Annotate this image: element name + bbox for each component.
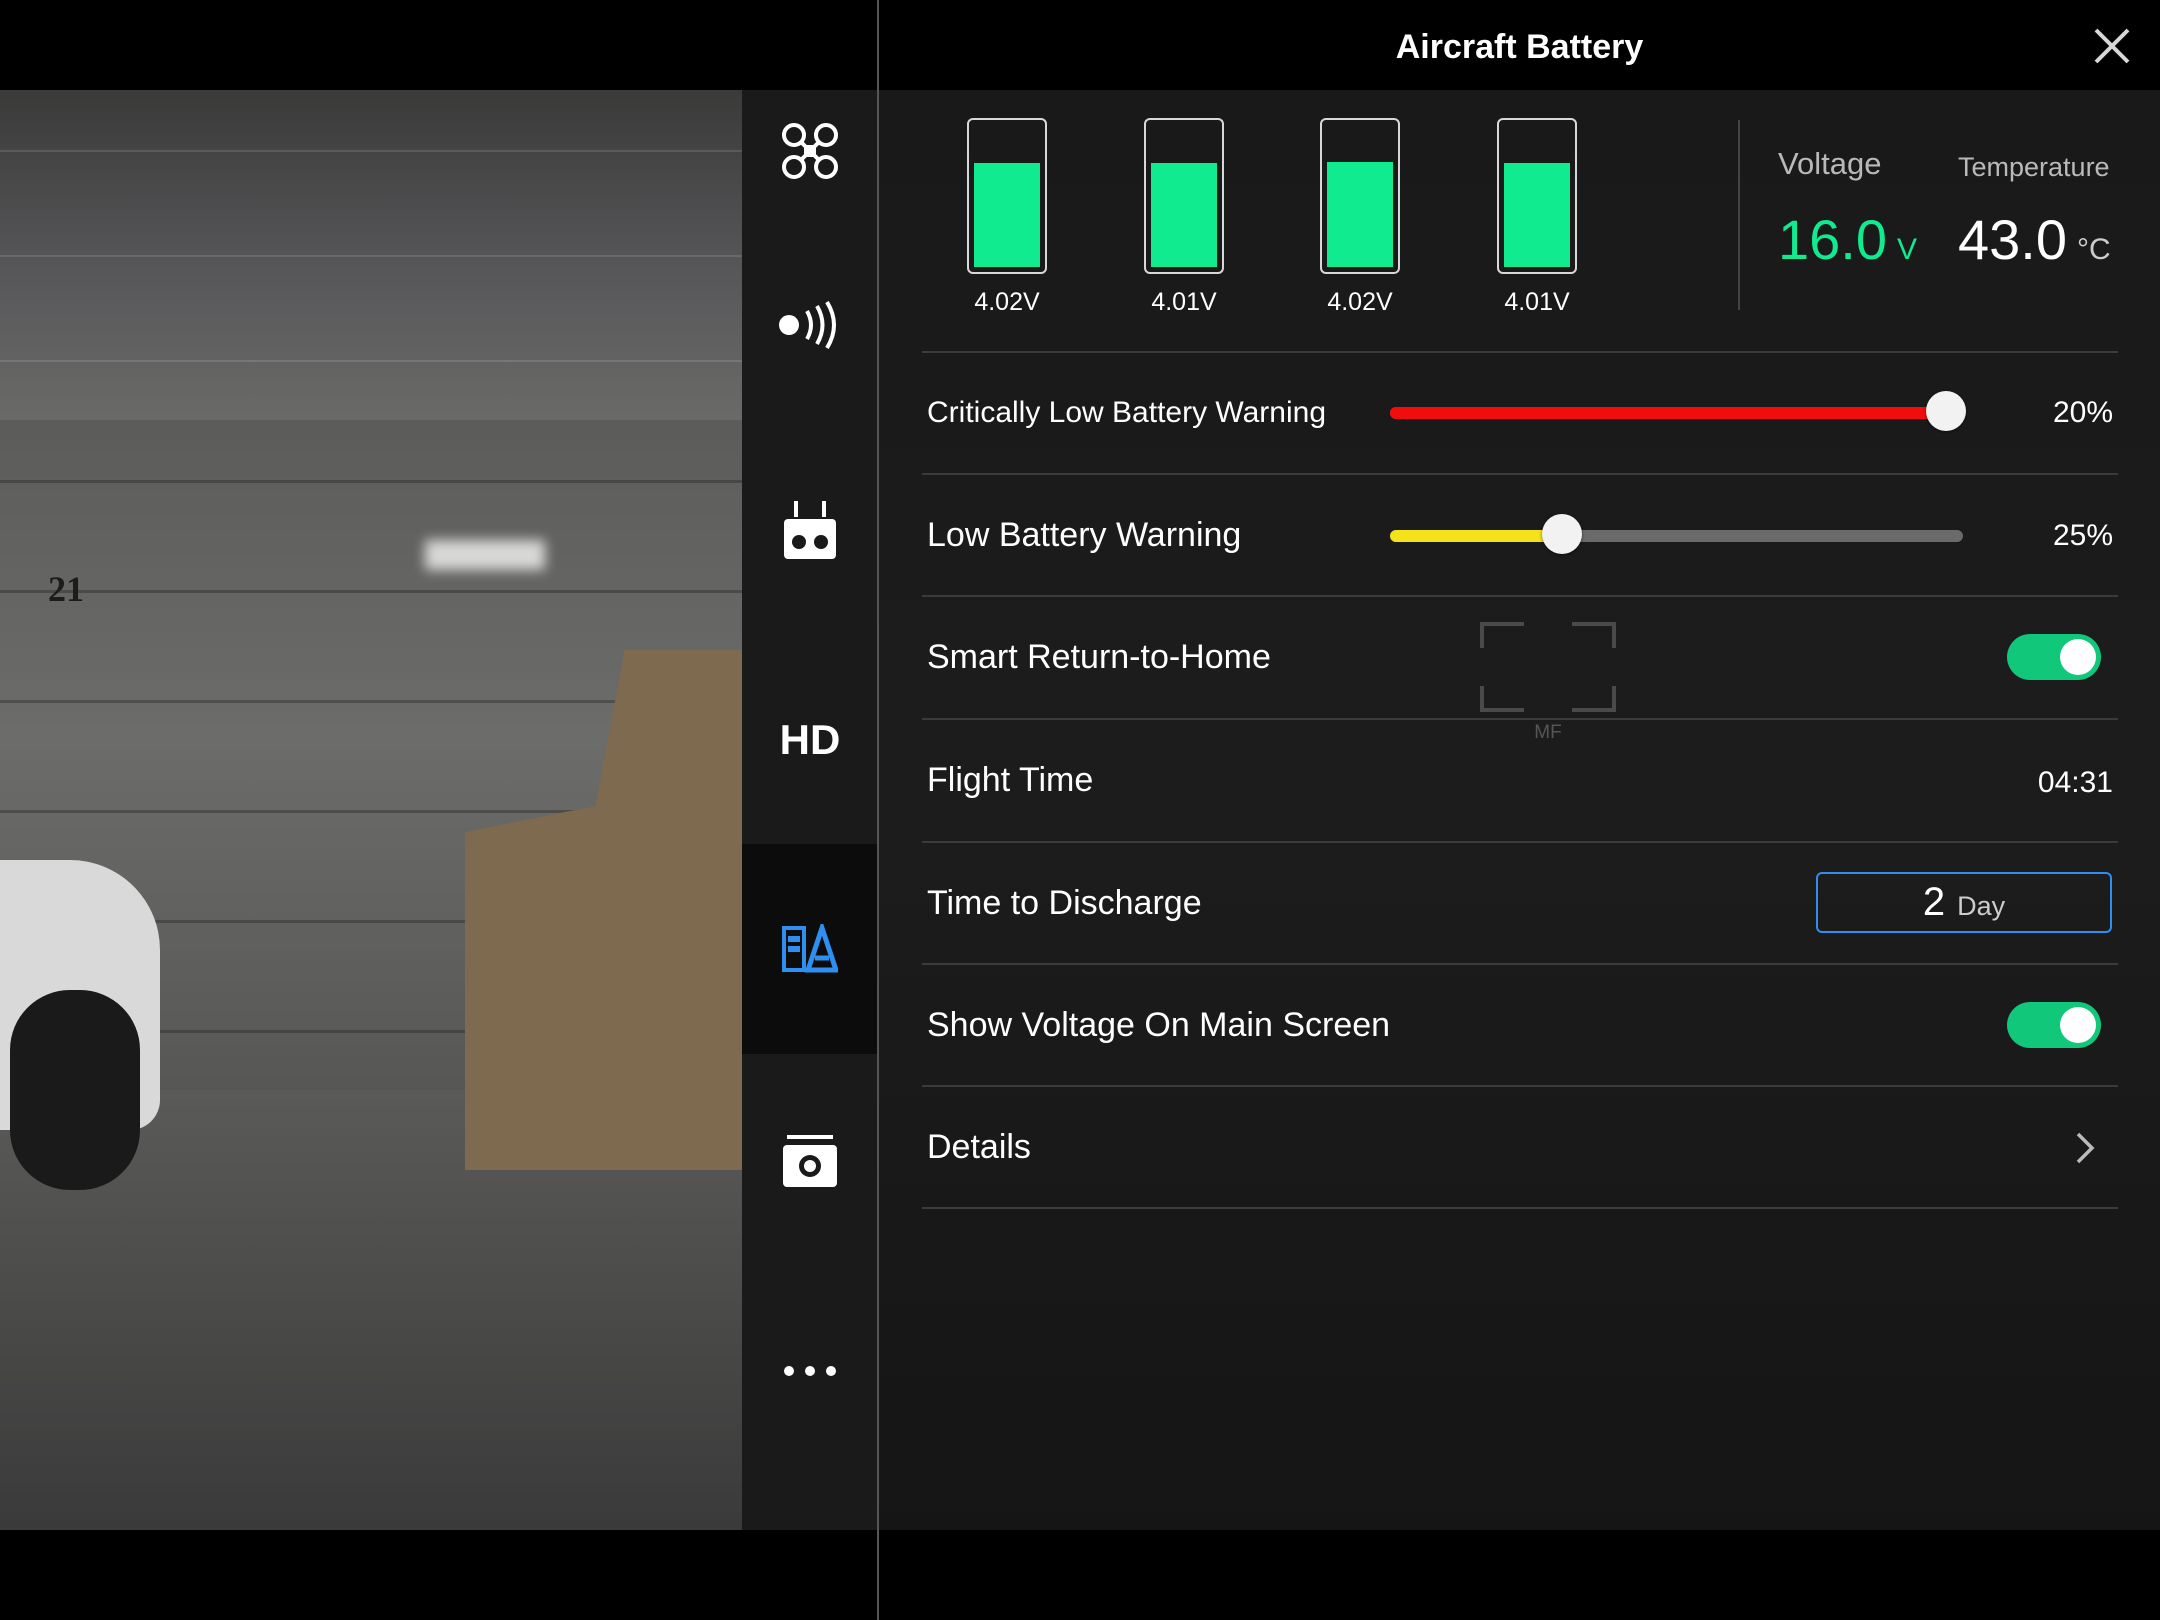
show-voltage-label: Show Voltage On Main Screen — [927, 1006, 1391, 1044]
battery-settings-icon — [782, 924, 838, 973]
ceiling-line — [0, 255, 742, 257]
panel-divider — [877, 1530, 879, 1620]
page-title: Aircraft Battery — [1395, 28, 1644, 66]
top-bar-left — [742, 0, 878, 90]
hd-icon: HD — [779, 716, 841, 763]
low-battery-slider[interactable] — [1390, 514, 1963, 554]
panel-header: Aircraft Battery — [879, 0, 2160, 90]
light-reflection — [425, 540, 545, 570]
sidebar-item-camera[interactable] — [742, 1056, 878, 1266]
row-separator — [922, 473, 2118, 475]
battery-cell — [967, 118, 1047, 274]
row-separator — [922, 1085, 2118, 1087]
focus-frame-icon — [1480, 622, 1616, 712]
wall-line — [0, 480, 742, 483]
details-label: Details — [927, 1128, 1031, 1166]
sidebar-item-signal[interactable] — [742, 220, 878, 430]
aircraft-icon — [782, 123, 838, 179]
details-row[interactable]: Details — [927, 1128, 2117, 1188]
low-battery-label: Low Battery Warning — [927, 516, 1242, 554]
remote-controller-icon — [784, 501, 836, 559]
row-separator — [922, 841, 2118, 843]
toggle-knob — [2060, 1007, 2096, 1043]
sidebar-item-more[interactable] — [742, 1266, 878, 1476]
row-separator — [922, 718, 2118, 720]
slider-thumb[interactable] — [1925, 391, 1966, 431]
slider-fill — [1390, 407, 1946, 419]
slider-fill — [1390, 530, 1562, 542]
temperature-label: Temperature — [1958, 152, 2110, 182]
focus-mode-label: MF — [1534, 722, 1562, 743]
critical-low-label: Critically Low Battery Warning — [927, 396, 1327, 429]
wooden-board — [465, 650, 742, 1170]
slider-thumb[interactable] — [1541, 514, 1582, 554]
time-to-discharge-label: Time to Discharge — [927, 884, 1202, 922]
toggle-knob — [2060, 639, 2096, 675]
settings-sidebar: HD — [742, 90, 878, 1530]
sidebar-item-battery-settings[interactable] — [742, 844, 878, 1054]
chevron-right-icon[interactable] — [2072, 1128, 2098, 1168]
smart-rth-label: Smart Return-to-Home — [927, 638, 1271, 676]
ceiling-line — [0, 150, 742, 152]
cell-voltage: 4.01V — [1504, 288, 1570, 316]
flight-time-label: Flight Time — [927, 761, 1094, 799]
stat-divider — [1738, 120, 1740, 310]
critical-low-value: 20% — [2052, 396, 2113, 429]
row-separator — [922, 963, 2118, 965]
more-icon — [784, 1366, 836, 1376]
car-wheel — [10, 990, 140, 1190]
low-battery-value: 25% — [2052, 519, 2113, 552]
time-to-discharge-input[interactable]: 2 Day — [1816, 872, 2112, 933]
sidebar-item-hd[interactable]: HD — [742, 635, 878, 845]
voltage-label: Voltage — [1778, 146, 1882, 181]
close-icon[interactable] — [2088, 22, 2136, 70]
battery-cell — [1497, 118, 1577, 274]
flight-time-value: 04:31 — [2037, 766, 2113, 799]
voltage-value: 16.0 V — [1778, 208, 1918, 271]
cell-voltage: 4.02V — [974, 288, 1040, 316]
ceiling-line — [0, 360, 742, 362]
show-voltage-toggle[interactable] — [2007, 1002, 2101, 1048]
cell-voltage: 4.02V — [1327, 288, 1393, 316]
camera-feed[interactable]: 21 — [0, 90, 742, 1530]
critical-low-slider[interactable] — [1390, 391, 1966, 431]
battery-cell — [1144, 118, 1224, 274]
bottom-bar — [0, 1530, 2160, 1620]
camera-icon — [783, 1135, 837, 1187]
wall-line — [0, 590, 742, 593]
wall-number: 21 — [48, 569, 84, 609]
signal-icon — [779, 301, 836, 349]
row-separator — [922, 1207, 2118, 1209]
smart-rth-toggle[interactable] — [2007, 634, 2101, 680]
sidebar-item-remote-controller[interactable] — [742, 427, 878, 637]
battery-cell — [1320, 118, 1400, 274]
row-separator — [922, 351, 2118, 353]
row-separator — [922, 595, 2118, 597]
cell-voltage: 4.01V — [1151, 288, 1217, 316]
temperature-value: 43.0 °C — [1958, 208, 2111, 271]
